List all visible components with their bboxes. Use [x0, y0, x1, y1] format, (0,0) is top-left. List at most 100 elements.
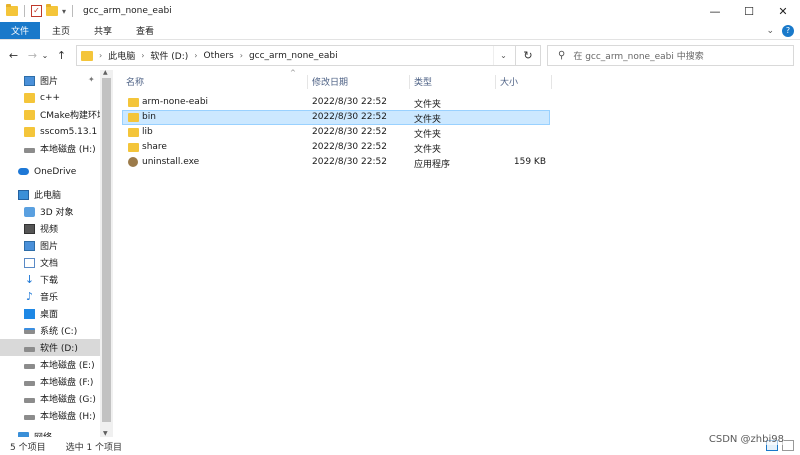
sidebar-item-cpp[interactable]: c++	[0, 89, 100, 106]
sidebar-item-3d-objects[interactable]: 3D 对象	[0, 203, 100, 220]
sidebar-item-cmake[interactable]: CMake构建环境	[0, 106, 100, 123]
tab-view[interactable]: 查看	[124, 22, 166, 39]
minimize-button[interactable]: —	[698, 0, 732, 22]
column-header-label: 名称	[126, 78, 145, 88]
drive-icon	[24, 415, 35, 420]
help-icon[interactable]: ?	[782, 25, 794, 37]
address-dropdown-button[interactable]: ⌄	[493, 46, 513, 65]
breadcrumb-separator[interactable]: ›	[99, 51, 102, 60]
document-icon	[24, 257, 35, 268]
file-row[interactable]: share 2022/8/30 22:52 文件夹	[122, 140, 550, 155]
refresh-button[interactable]: ↻	[516, 45, 541, 66]
column-header-name[interactable]: 名称	[122, 75, 308, 89]
sidebar-item-label: 3D 对象	[40, 208, 74, 218]
file-date: 2022/8/30 22:52	[312, 142, 387, 152]
sidebar-item-label: 网络	[34, 430, 52, 437]
sidebar-item-videos[interactable]: 视频	[0, 220, 100, 237]
properties-icon[interactable]: ✓	[31, 5, 42, 17]
forward-button[interactable]: →	[25, 49, 40, 62]
recent-locations-button[interactable]: ⌄	[40, 51, 50, 60]
sidebar-item-desktop[interactable]: 桌面	[0, 305, 100, 322]
application-icon	[128, 157, 138, 167]
folder-icon	[6, 4, 18, 16]
tab-share[interactable]: 共享	[82, 22, 124, 39]
up-button[interactable]: ↑	[54, 49, 69, 62]
customize-toolbar-button[interactable]: ▾	[62, 7, 66, 16]
desktop-icon	[24, 308, 35, 319]
sidebar-item-drive-h[interactable]: 本地磁盘 (H:)	[0, 407, 100, 424]
search-placeholder[interactable]: 在 gcc_arm_none_eabi 中搜索	[573, 49, 703, 62]
breadcrumb-others[interactable]: Others	[203, 51, 233, 61]
sidebar-item-label: 视频	[40, 225, 59, 235]
sidebar-item-network[interactable]: 网络	[0, 428, 100, 437]
breadcrumb-this-pc[interactable]: 此电脑	[108, 49, 135, 62]
file-row[interactable]: lib 2022/8/30 22:52 文件夹	[122, 125, 550, 140]
file-date: 2022/8/30 22:52	[312, 157, 387, 167]
back-button[interactable]: ←	[6, 49, 21, 62]
sidebar-item-this-pc[interactable]: 此电脑	[0, 186, 100, 203]
sidebar-item-pictures[interactable]: 图片	[0, 237, 100, 254]
drive-icon	[24, 347, 35, 352]
sidebar-item-onedrive[interactable]: OneDrive	[0, 163, 100, 180]
sidebar-item-label: 桌面	[40, 310, 59, 320]
scroll-down-arrow-icon[interactable]: ▼	[103, 430, 108, 437]
file-name: arm-none-eabi	[142, 97, 209, 107]
sidebar-item-drive-g[interactable]: 本地磁盘 (G:)	[0, 390, 100, 407]
breadcrumb-separator[interactable]: ›	[141, 51, 144, 60]
drive-icon	[24, 364, 35, 369]
sidebar-item-label: 图片	[40, 242, 59, 252]
column-header-label: 类型	[414, 78, 433, 88]
sidebar-item-label: c++	[40, 92, 61, 103]
sidebar-item-drive-c[interactable]: 系统 (C:)	[0, 322, 100, 339]
scrollbar-thumb[interactable]	[102, 78, 111, 422]
sidebar-item-label: OneDrive	[34, 166, 77, 177]
window-title: gcc_arm_none_eabi	[83, 6, 172, 16]
column-header-type[interactable]: 类型	[410, 75, 496, 89]
sidebar-item-documents[interactable]: 文档	[0, 254, 100, 271]
folder-icon	[24, 109, 35, 120]
window-controls: — ☐ ✕	[698, 0, 800, 22]
sidebar-item-drive-f[interactable]: 本地磁盘 (F:)	[0, 373, 100, 390]
scroll-up-arrow-icon[interactable]: ▲	[103, 70, 108, 76]
sidebar-item-pictures-pinned[interactable]: 图片 ✦	[0, 72, 100, 89]
sidebar-item-label: CMake构建环境	[40, 111, 100, 121]
new-folder-icon[interactable]	[46, 4, 58, 16]
folder-icon	[128, 113, 139, 122]
maximize-button[interactable]: ☐	[732, 0, 766, 22]
sidebar-item-label: 本地磁盘 (G:)	[40, 395, 96, 405]
pin-icon: ✦	[88, 75, 95, 84]
sidebar-item-label: 此电脑	[34, 191, 62, 201]
breadcrumb-current[interactable]: gcc_arm_none_eabi	[249, 51, 338, 61]
sidebar-item-drive-d[interactable]: 软件 (D:)	[0, 339, 100, 356]
column-header-size[interactable]: 大小	[496, 75, 552, 89]
sidebar-item-label: 本地磁盘 (F:)	[40, 378, 94, 388]
sidebar-item-drive-h-quick[interactable]: 本地磁盘 (H:)	[0, 140, 100, 157]
file-type: 文件夹	[414, 130, 442, 140]
sidebar-item-downloads[interactable]: ↓ 下载	[0, 271, 100, 288]
tab-home[interactable]: 主页	[40, 22, 82, 39]
file-name: lib	[142, 127, 153, 137]
file-type: 文件夹	[414, 100, 442, 110]
search-box[interactable]: ⚲ 在 gcc_arm_none_eabi 中搜索	[547, 45, 794, 66]
folder-icon	[24, 92, 35, 103]
sidebar-scrollbar[interactable]: ▲ ▼	[100, 70, 113, 437]
expand-ribbon-icon[interactable]: ⌄	[766, 26, 774, 36]
breadcrumb-drive-d[interactable]: 软件 (D:)	[150, 49, 188, 62]
column-header-label: 修改日期	[312, 78, 349, 88]
breadcrumb-separator[interactable]: ›	[240, 51, 243, 60]
breadcrumb-separator[interactable]: ›	[194, 51, 197, 60]
file-date: 2022/8/30 22:52	[312, 127, 387, 137]
folder-icon	[24, 126, 35, 137]
address-bar[interactable]: › 此电脑 › 软件 (D:) › Others › gcc_arm_none_…	[76, 45, 516, 66]
file-row-selected[interactable]: bin 2022/8/30 22:52 文件夹	[122, 110, 550, 125]
file-date: 2022/8/30 22:52	[312, 97, 387, 107]
sidebar-item-drive-e[interactable]: 本地磁盘 (E:)	[0, 356, 100, 373]
close-button[interactable]: ✕	[766, 0, 800, 22]
file-row[interactable]: arm-none-eabi 2022/8/30 22:52 文件夹	[122, 95, 550, 110]
sidebar-item-sscom[interactable]: sscom5.13.1	[0, 123, 100, 140]
column-header-date[interactable]: 修改日期	[308, 75, 410, 89]
file-row[interactable]: uninstall.exe 2022/8/30 22:52 应用程序 159 K…	[122, 155, 550, 170]
sidebar-item-music[interactable]: ♪ 音乐	[0, 288, 100, 305]
tab-file[interactable]: 文件	[0, 22, 41, 39]
sidebar-item-label: 文档	[40, 259, 59, 269]
